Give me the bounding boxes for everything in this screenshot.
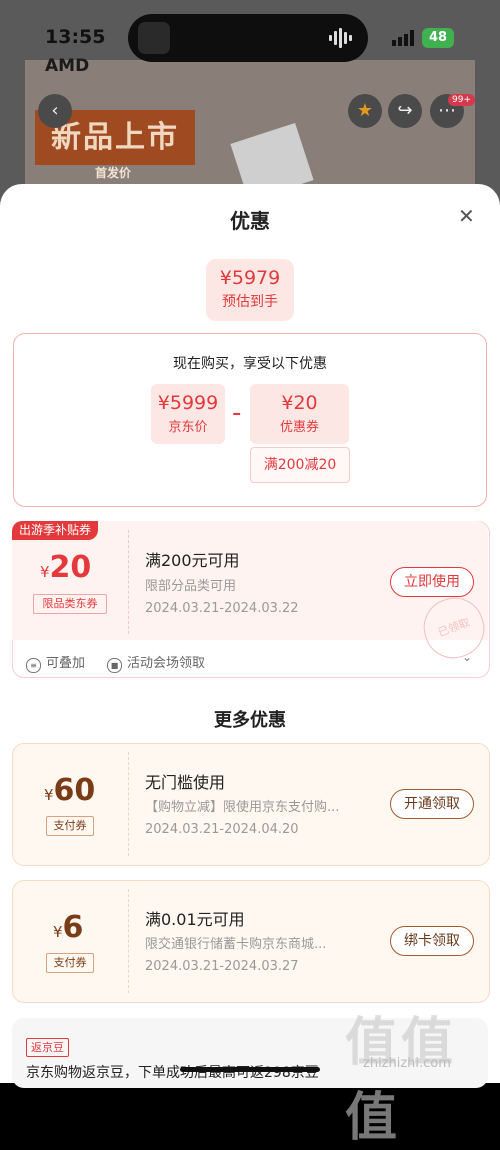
- activate-claim-button[interactable]: 开通领取: [390, 789, 474, 819]
- payment-coupon-amount: ¥60: [44, 773, 95, 808]
- stack-icon: ≡: [26, 658, 41, 673]
- payment-coupon-date: 2024.03.21-2024.03.27: [145, 959, 299, 974]
- payment-coupon-type: 支付券: [46, 816, 94, 836]
- jd-price: ¥5999: [157, 392, 219, 414]
- more-offers-title: 更多优惠: [214, 710, 286, 731]
- coupon-rule-tag: 满200减20: [250, 447, 350, 483]
- payment-coupon-subtitle: 【购物立减】限使用京东支付购...: [145, 800, 340, 815]
- sheet-title: 优惠: [230, 209, 270, 233]
- currency-symbol: ¥: [40, 563, 50, 581]
- payment-coupon-date: 2024.03.21-2024.04.20: [145, 822, 299, 837]
- payment-coupon-title: 无门槛使用: [145, 773, 226, 792]
- brand-logo: AMD: [45, 56, 90, 76]
- close-icon[interactable]: ✕: [458, 204, 475, 228]
- payment-coupon-value: 6: [62, 910, 84, 945]
- estimated-label: 预估到手: [222, 294, 278, 310]
- coupon-subtitle: 限部分品类可用: [145, 579, 237, 594]
- estimated-price: ¥5979: [219, 267, 281, 289]
- stackable-note: ≡ 可叠加: [26, 652, 85, 673]
- payment-coupon-type: 支付券: [46, 953, 94, 973]
- home-indicator[interactable]: [180, 1067, 320, 1072]
- jd-price-box: ¥5999 京东价: [151, 384, 225, 444]
- source-text: 活动会场领取: [127, 656, 206, 671]
- waveform-icon: [329, 28, 352, 48]
- payment-coupon-title: 满0.01元可用: [145, 910, 245, 929]
- venue-icon: ■: [107, 658, 122, 673]
- battery-indicator: 48: [422, 28, 454, 48]
- coupon-ribbon: 出游季补贴券: [12, 521, 98, 540]
- coupon-divider: [128, 889, 129, 993]
- jd-price-label: 京东价: [168, 420, 208, 435]
- coupon-divider: [128, 530, 129, 634]
- currency-symbol: ¥: [44, 786, 54, 804]
- watermark-url: zhizhizhi.com: [363, 1056, 451, 1071]
- payment-coupon-amount: ¥6: [53, 910, 83, 945]
- coupon-amount: ¥20: [40, 550, 91, 585]
- back-icon[interactable]: ‹: [38, 94, 72, 128]
- coupon-date: 2024.03.21-2024.03.22: [145, 601, 299, 616]
- coupon-divider: [128, 752, 129, 856]
- coupon-title: 满200元可用: [145, 551, 240, 570]
- estimated-price-box: ¥5979 预估到手: [206, 259, 294, 321]
- jingdou-tag: 返京豆: [26, 1038, 69, 1057]
- breakdown-header: 现在购买，享受以下优惠: [173, 356, 327, 372]
- now-playing-thumb: [138, 22, 170, 54]
- watermark-logo: 值值值: [345, 1013, 458, 1148]
- chevron-down-icon[interactable]: ⌄: [462, 650, 472, 664]
- currency-symbol: ¥: [53, 923, 63, 941]
- coupon-value: 20: [49, 550, 92, 585]
- minus-sign: -: [232, 398, 242, 428]
- payment-coupon-value: 60: [53, 773, 96, 808]
- payment-coupon-subtitle: 限交通银行储蓄卡购京东商城...: [145, 937, 327, 952]
- promo-subtitle: 首发价: [95, 166, 132, 180]
- notification-badge: 99+: [448, 94, 475, 106]
- stackable-text: 可叠加: [46, 656, 86, 671]
- coupon-type-tag: 限品类东券: [33, 594, 107, 614]
- use-now-button[interactable]: 立即使用: [390, 567, 474, 597]
- source-note: ■ 活动会场领取: [107, 652, 205, 673]
- coupon-price: ¥20: [281, 392, 318, 414]
- coupon-price-box: ¥20 优惠券: [250, 384, 349, 444]
- status-time: 13:55: [45, 26, 106, 48]
- star-icon[interactable]: ★: [348, 94, 382, 128]
- coupon-price-label: 优惠券: [279, 420, 319, 435]
- bind-card-claim-button[interactable]: 绑卡领取: [390, 926, 474, 956]
- share-icon[interactable]: ↪: [388, 94, 422, 128]
- signal-icon: [392, 30, 414, 46]
- jingdou-text: 京东购物返京豆，下单成功后最高可返298京豆: [26, 1065, 319, 1081]
